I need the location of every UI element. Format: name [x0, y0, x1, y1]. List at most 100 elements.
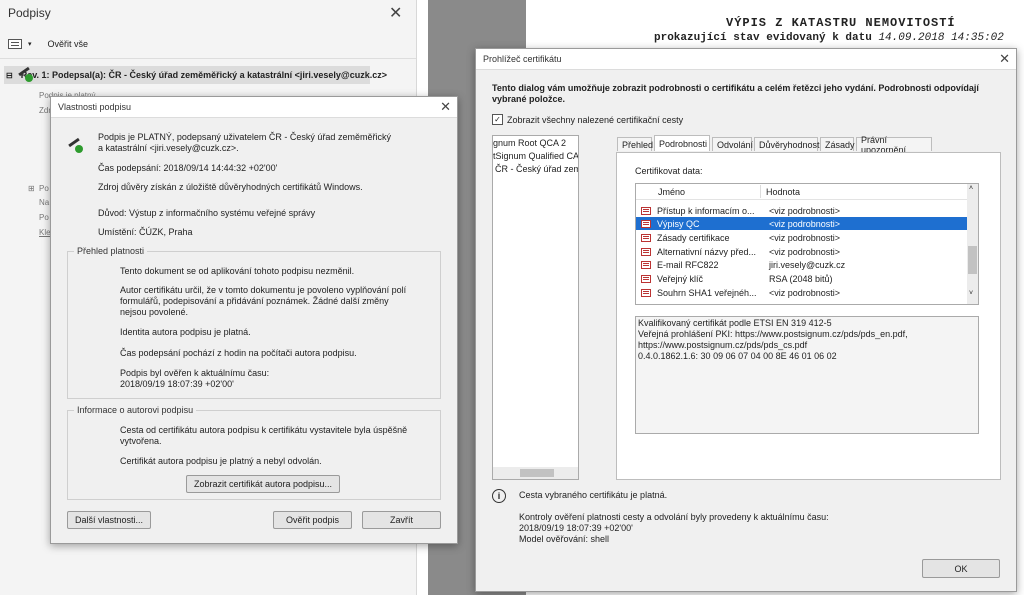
more-properties-button[interactable]: Další vlastnosti... [67, 511, 151, 529]
tab-legal-notice[interactable]: Právní upozornění [856, 135, 932, 155]
details-panel: Certifikovat data: Jméno Hodnota Přístup… [616, 152, 1001, 480]
document-title: VÝPIS Z KATASTRU NEMOVITOSTÍ [726, 16, 956, 30]
cert-data-label: Certifikovat data: [635, 166, 703, 176]
location: Umístění: ČÚZK, Praha [98, 227, 193, 237]
validity-summary-group: Přehled platnosti Tento dokument se od a… [67, 246, 441, 399]
close-button[interactable]: Zavřít [362, 511, 441, 529]
expand-icon[interactable]: ⊞ [28, 184, 35, 193]
panel-title: Podpisy [8, 6, 51, 20]
tab-policies[interactable]: Zásady [820, 137, 855, 151]
checkbox[interactable]: ✓ [492, 114, 503, 125]
tab-overview[interactable]: Přehled [617, 137, 653, 151]
dialog-titlebar: Prohlížeč certifikátu ✕ [476, 49, 1016, 70]
trust-source: Zdroj důvěry získán z úložiště důvěryhod… [98, 182, 363, 192]
rows-container: Přístup k informacím o... <viz podrobnost… [636, 204, 967, 304]
close-icon[interactable]: ✕ [999, 51, 1010, 67]
row-value: <viz podrobnosti> [769, 205, 841, 216]
certificate-field-icon [641, 288, 651, 297]
author-line: Cesta od certifikátu autora podpisu k ce… [120, 425, 408, 446]
signature-properties-dialog: Vlastnosti podpisu ✕ Podpis je PLATNÝ, p… [50, 96, 458, 544]
certificate-field-icon [641, 274, 651, 283]
row-value: <viz podrobnosti> [769, 232, 841, 243]
certificate-viewer-dialog: Prohlížeč certifikátu ✕ Tento dialog vám… [475, 48, 1017, 592]
signature-summary: Podpis je PLATNÝ, podepsaný uživatelem Č… [98, 132, 391, 153]
sub-item[interactable]: Po [39, 184, 49, 193]
list-header: Jméno Hodnota [636, 184, 967, 200]
tab-trust[interactable]: Důvěryhodnost [754, 137, 820, 151]
close-icon[interactable]: ✕ [389, 3, 402, 23]
row-name: Zásady certifikace [657, 232, 730, 243]
scrollbar-thumb[interactable] [520, 469, 554, 477]
chain-item[interactable]: tSignum Qualified CA 2 [493, 151, 578, 161]
group-title: Přehled platnosti [74, 246, 148, 256]
row-value: <viz podrobnosti> [769, 246, 841, 257]
row-name: Alternativní názvy před... [657, 246, 757, 257]
table-row-selected[interactable]: Výpisy QC <viz podrobnosti> [636, 217, 967, 230]
certificate-field-icon [641, 260, 651, 269]
validation-details: Kontroly ověření platnosti cesty a odvol… [519, 512, 829, 544]
tab-revocation[interactable]: Odvolání [712, 137, 753, 151]
revision-label: Rev. 1: Podepsal(a): ČR - Český úřad zem… [20, 70, 387, 80]
ok-button[interactable]: OK [922, 559, 1000, 578]
verify-all-button[interactable]: ▾ Ověřit vše [8, 36, 88, 52]
certificate-field-icon [641, 219, 651, 228]
certificate-chain-tree[interactable]: gnum Root QCA 2 tSignum Qualified CA 2 Č… [492, 135, 579, 480]
signature-revision-item[interactable]: ⊟ Rev. 1: Podepsal(a): ČR - Český úřad z… [4, 66, 387, 84]
dialog-titlebar: Vlastnosti podpisu ✕ [51, 97, 457, 118]
group-title: Informace o autorovi podpisu [74, 405, 197, 415]
chain-item[interactable]: gnum Root QCA 2 [493, 138, 566, 148]
validity-line: Tento dokument se od aplikování tohoto p… [120, 266, 355, 276]
sub-item[interactable]: Po [39, 213, 49, 222]
certificate-field-icon [641, 233, 651, 242]
dialog-title: Vlastnosti podpisu [58, 102, 132, 112]
checkbox-label: Zobrazit všechny nalezené certifikační c… [507, 114, 684, 125]
row-name: Souhrn SHA1 veřejnéh... [657, 287, 757, 298]
sub-item-link[interactable]: Kle [39, 228, 51, 237]
chain-item[interactable]: ČR - Český úřad zeměměřický [495, 164, 578, 174]
table-row[interactable]: E-mail RFC822 jiri.vesely@cuzk.cz [636, 258, 967, 271]
author-info-group: Informace o autorovi podpisu Cesta od ce… [67, 405, 441, 500]
intro-text: Tento dialog vám umožňuje zobrazit podro… [492, 83, 979, 104]
row-name: Přístup k informacím o... [657, 205, 755, 216]
column-header-name[interactable]: Jméno [658, 187, 760, 197]
table-row[interactable]: Veřejný klíč RSA (2048 bitů) [636, 272, 967, 285]
cert-fields-list[interactable]: Jméno Hodnota Přístup k informacím o... <… [635, 183, 979, 305]
row-name: Veřejný klíč [657, 273, 704, 284]
table-row[interactable]: Souhrn SHA1 veřejnéh... <viz podrobnosti> [636, 286, 967, 299]
field-detail-text[interactable]: Kvalifikovaný certifikát podle ETSI EN 3… [635, 316, 979, 434]
show-certificate-button[interactable]: Zobrazit certifikát autora podpisu... [186, 475, 340, 493]
row-name: Výpisy QC [657, 218, 700, 229]
vertical-scrollbar[interactable]: ˄ ˅ [967, 184, 978, 304]
author-line: Certifikát autora podpisu je platný a ne… [120, 456, 322, 466]
column-header-value[interactable]: Hodnota [766, 187, 800, 197]
chevron-down-icon[interactable]: ˅ [969, 290, 973, 297]
horizontal-scrollbar[interactable] [493, 467, 578, 479]
row-value: <viz podrobnosti> [769, 287, 841, 298]
row-name: E-mail RFC822 [657, 259, 719, 270]
table-row[interactable]: Zásady certifikace <viz podrobnosti> [636, 231, 967, 244]
signing-time: Čas podepsání: 2018/09/14 14:44:32 +02'0… [98, 163, 278, 173]
validity-line: Autor certifikátu určil, že v tomto doku… [120, 285, 407, 317]
row-value: jiri.vesely@cuzk.cz [769, 259, 846, 270]
verify-signature-button[interactable]: Ověřit podpis [273, 511, 352, 529]
dialog-title: Prohlížeč certifikátu [483, 54, 562, 64]
list-options-icon[interactable] [8, 39, 22, 49]
close-icon[interactable]: ✕ [440, 99, 451, 115]
sub-item[interactable]: Na [39, 198, 49, 207]
subtitle-text: prokazující stav evidovaný k datu [654, 32, 872, 44]
validity-line: Čas podepsání pochází z hodin na počítač… [120, 348, 357, 358]
scrollbar-thumb[interactable] [968, 246, 977, 274]
certificate-field-icon [641, 206, 651, 215]
collapse-icon[interactable]: ⊟ [6, 71, 13, 80]
chevron-up-icon[interactable]: ˄ [969, 185, 973, 192]
tab-details[interactable]: Podrobnosti [654, 135, 710, 151]
row-value: RSA (2048 bitů) [769, 273, 833, 284]
tab-bar: Přehled Podrobnosti Odvolání Důvěryhodno… [617, 135, 1001, 155]
table-row[interactable]: Alternativní názvy před... <viz podrobnos… [636, 245, 967, 258]
validity-line: Podpis byl ověřen k aktuálnímu času: 201… [120, 368, 270, 389]
path-valid-status: Cesta vybraného certifikátu je platná. [519, 490, 668, 500]
table-row[interactable]: Přístup k informacím o... <viz podrobnost… [636, 204, 967, 217]
chevron-down-icon: ▾ [28, 41, 32, 48]
show-all-paths-checkbox[interactable]: ✓ Zobrazit všechny nalezené certifikační… [492, 114, 683, 125]
validity-line: Identita autora podpisu je platná. [120, 327, 251, 337]
